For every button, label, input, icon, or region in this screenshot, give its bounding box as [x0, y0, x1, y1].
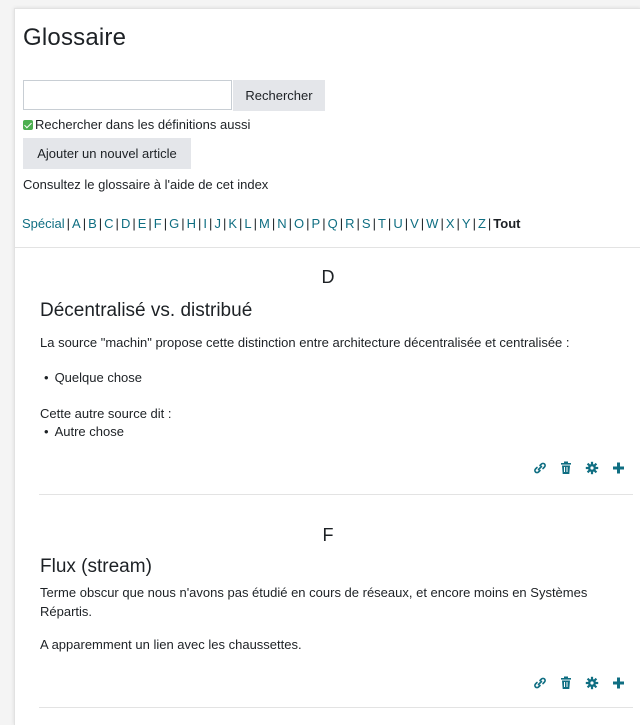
alphabet-link-j[interactable]: J [214, 216, 221, 231]
gear-icon[interactable] [585, 461, 599, 475]
entry-title: Décentralisé vs. distribué [40, 300, 253, 321]
alphabet-link-v[interactable]: V [410, 216, 419, 231]
alphabet-link-a[interactable]: A [72, 216, 81, 231]
alphabet-separator: | [339, 216, 344, 231]
alphabet-separator: | [288, 216, 293, 231]
alphabet-separator: | [115, 216, 119, 231]
trash-icon[interactable] [560, 676, 572, 690]
alphabet-link-l[interactable]: L [244, 216, 251, 231]
alphabet-link-o[interactable]: O [294, 216, 304, 231]
add-entry-button[interactable]: Ajouter un nouvel article [23, 138, 191, 169]
alphabet-link-m[interactable]: M [259, 216, 270, 231]
entry-bullet: Quelque chose [40, 368, 142, 387]
search-button[interactable]: Rechercher [233, 80, 325, 111]
alphabet-link-f[interactable]: F [154, 216, 162, 231]
alphabet-link-b[interactable]: B [88, 216, 97, 231]
alphabet-separator: | [372, 216, 376, 231]
alphabet-separator: | [356, 216, 360, 231]
glossary-card: Glossaire Rechercher Rechercher dans les… [14, 8, 640, 725]
checkbox-checked-icon[interactable] [23, 119, 33, 130]
alphabet-separator: | [132, 216, 136, 231]
entry-actions [533, 461, 625, 475]
alphabet-separator: | [306, 216, 310, 231]
alphabet-separator: | [209, 216, 213, 231]
search-input[interactable] [23, 80, 232, 110]
alphabet-link-p[interactable]: P [312, 216, 321, 231]
alphabet-link-r[interactable]: R [345, 216, 354, 231]
alphabet-link-k[interactable]: K [228, 216, 237, 231]
alphabet-link-h[interactable]: H [187, 216, 196, 231]
alphabet-link-n[interactable]: N [277, 216, 286, 231]
link-icon[interactable] [533, 676, 547, 690]
letter-heading: F [322, 525, 334, 545]
entry-divider [39, 494, 633, 495]
alphabet-separator: | [322, 216, 326, 231]
alphabet-separator: | [253, 216, 258, 231]
entry-title: Flux (stream) [40, 556, 152, 577]
alphabet-separator: | [271, 216, 276, 231]
alphabet-separator: | [198, 216, 202, 231]
entry-bullet: Autre chose [40, 422, 124, 441]
alphabet-separator: | [66, 216, 71, 231]
alphabet-link-w[interactable]: W [426, 216, 438, 231]
alphabet-link-q[interactable]: Q [328, 216, 338, 231]
alphabet-link-c[interactable]: C [104, 216, 113, 231]
alphabet-separator: | [82, 216, 87, 231]
alphabet-link-s[interactable]: S [362, 216, 371, 231]
alphabet-separator: | [440, 216, 444, 231]
alphabet-link-t[interactable]: T [378, 216, 386, 231]
alphabet-link-z[interactable]: Z [478, 216, 486, 231]
alphabet-link-g[interactable]: G [169, 216, 179, 231]
entry-actions [533, 676, 625, 690]
alphabet-link-u[interactable]: U [393, 216, 402, 231]
entry-paragraph: Cette autre source dit : [40, 406, 172, 421]
index-hint: Consultez le glossaire à l'aide de cet i… [23, 177, 269, 192]
alphabet-separator: | [148, 216, 152, 231]
entry-paragraph: La source "machin" propose cette distinc… [40, 335, 570, 350]
alphabet-link-e[interactable]: E [138, 216, 147, 231]
alphabet-current-all: Tout [493, 216, 521, 231]
entry-paragraph: A apparemment un lien avec les chaussett… [40, 637, 302, 652]
alphabet-separator: | [163, 216, 168, 231]
plus-icon[interactable] [612, 461, 625, 475]
alphabet-separator: | [387, 216, 392, 231]
alphabet-separator: | [420, 216, 425, 231]
trash-icon[interactable] [560, 461, 572, 475]
alphabet-link-spécial[interactable]: Spécial [22, 216, 65, 231]
page-title: Glossaire [23, 24, 127, 51]
alphabet-separator: | [239, 216, 243, 231]
alphabet-separator: | [181, 216, 185, 231]
alphabet-separator: | [222, 216, 227, 231]
gear-icon[interactable] [585, 676, 599, 690]
alphabet-separator: | [472, 216, 476, 231]
alphabet-separator: | [404, 216, 409, 231]
alphabet-separator: | [487, 216, 492, 231]
alphabet-link-i[interactable]: I [203, 216, 207, 231]
alphabet-separator: | [98, 216, 103, 231]
divider [15, 247, 640, 248]
entry-divider [39, 707, 633, 708]
alphabet-link-x[interactable]: X [446, 216, 455, 231]
alphabet-index: Spécial | A | B | C | D | E | F | G | H | I | J | K | L | M | N | O | P |… [22, 216, 520, 231]
alphabet-link-d[interactable]: D [121, 216, 130, 231]
entry-paragraph: Terme obscur que nous n'avons pas étudié… [40, 585, 588, 619]
letter-heading: D [321, 267, 335, 287]
checkbox-label: Rechercher dans les définitions aussi [35, 117, 251, 132]
alphabet-separator: | [456, 216, 460, 231]
link-icon[interactable] [533, 461, 547, 475]
plus-icon[interactable] [612, 676, 625, 690]
alphabet-link-y[interactable]: Y [462, 216, 471, 231]
search-definitions-checkbox-row[interactable]: Rechercher dans les définitions aussi [23, 117, 250, 132]
